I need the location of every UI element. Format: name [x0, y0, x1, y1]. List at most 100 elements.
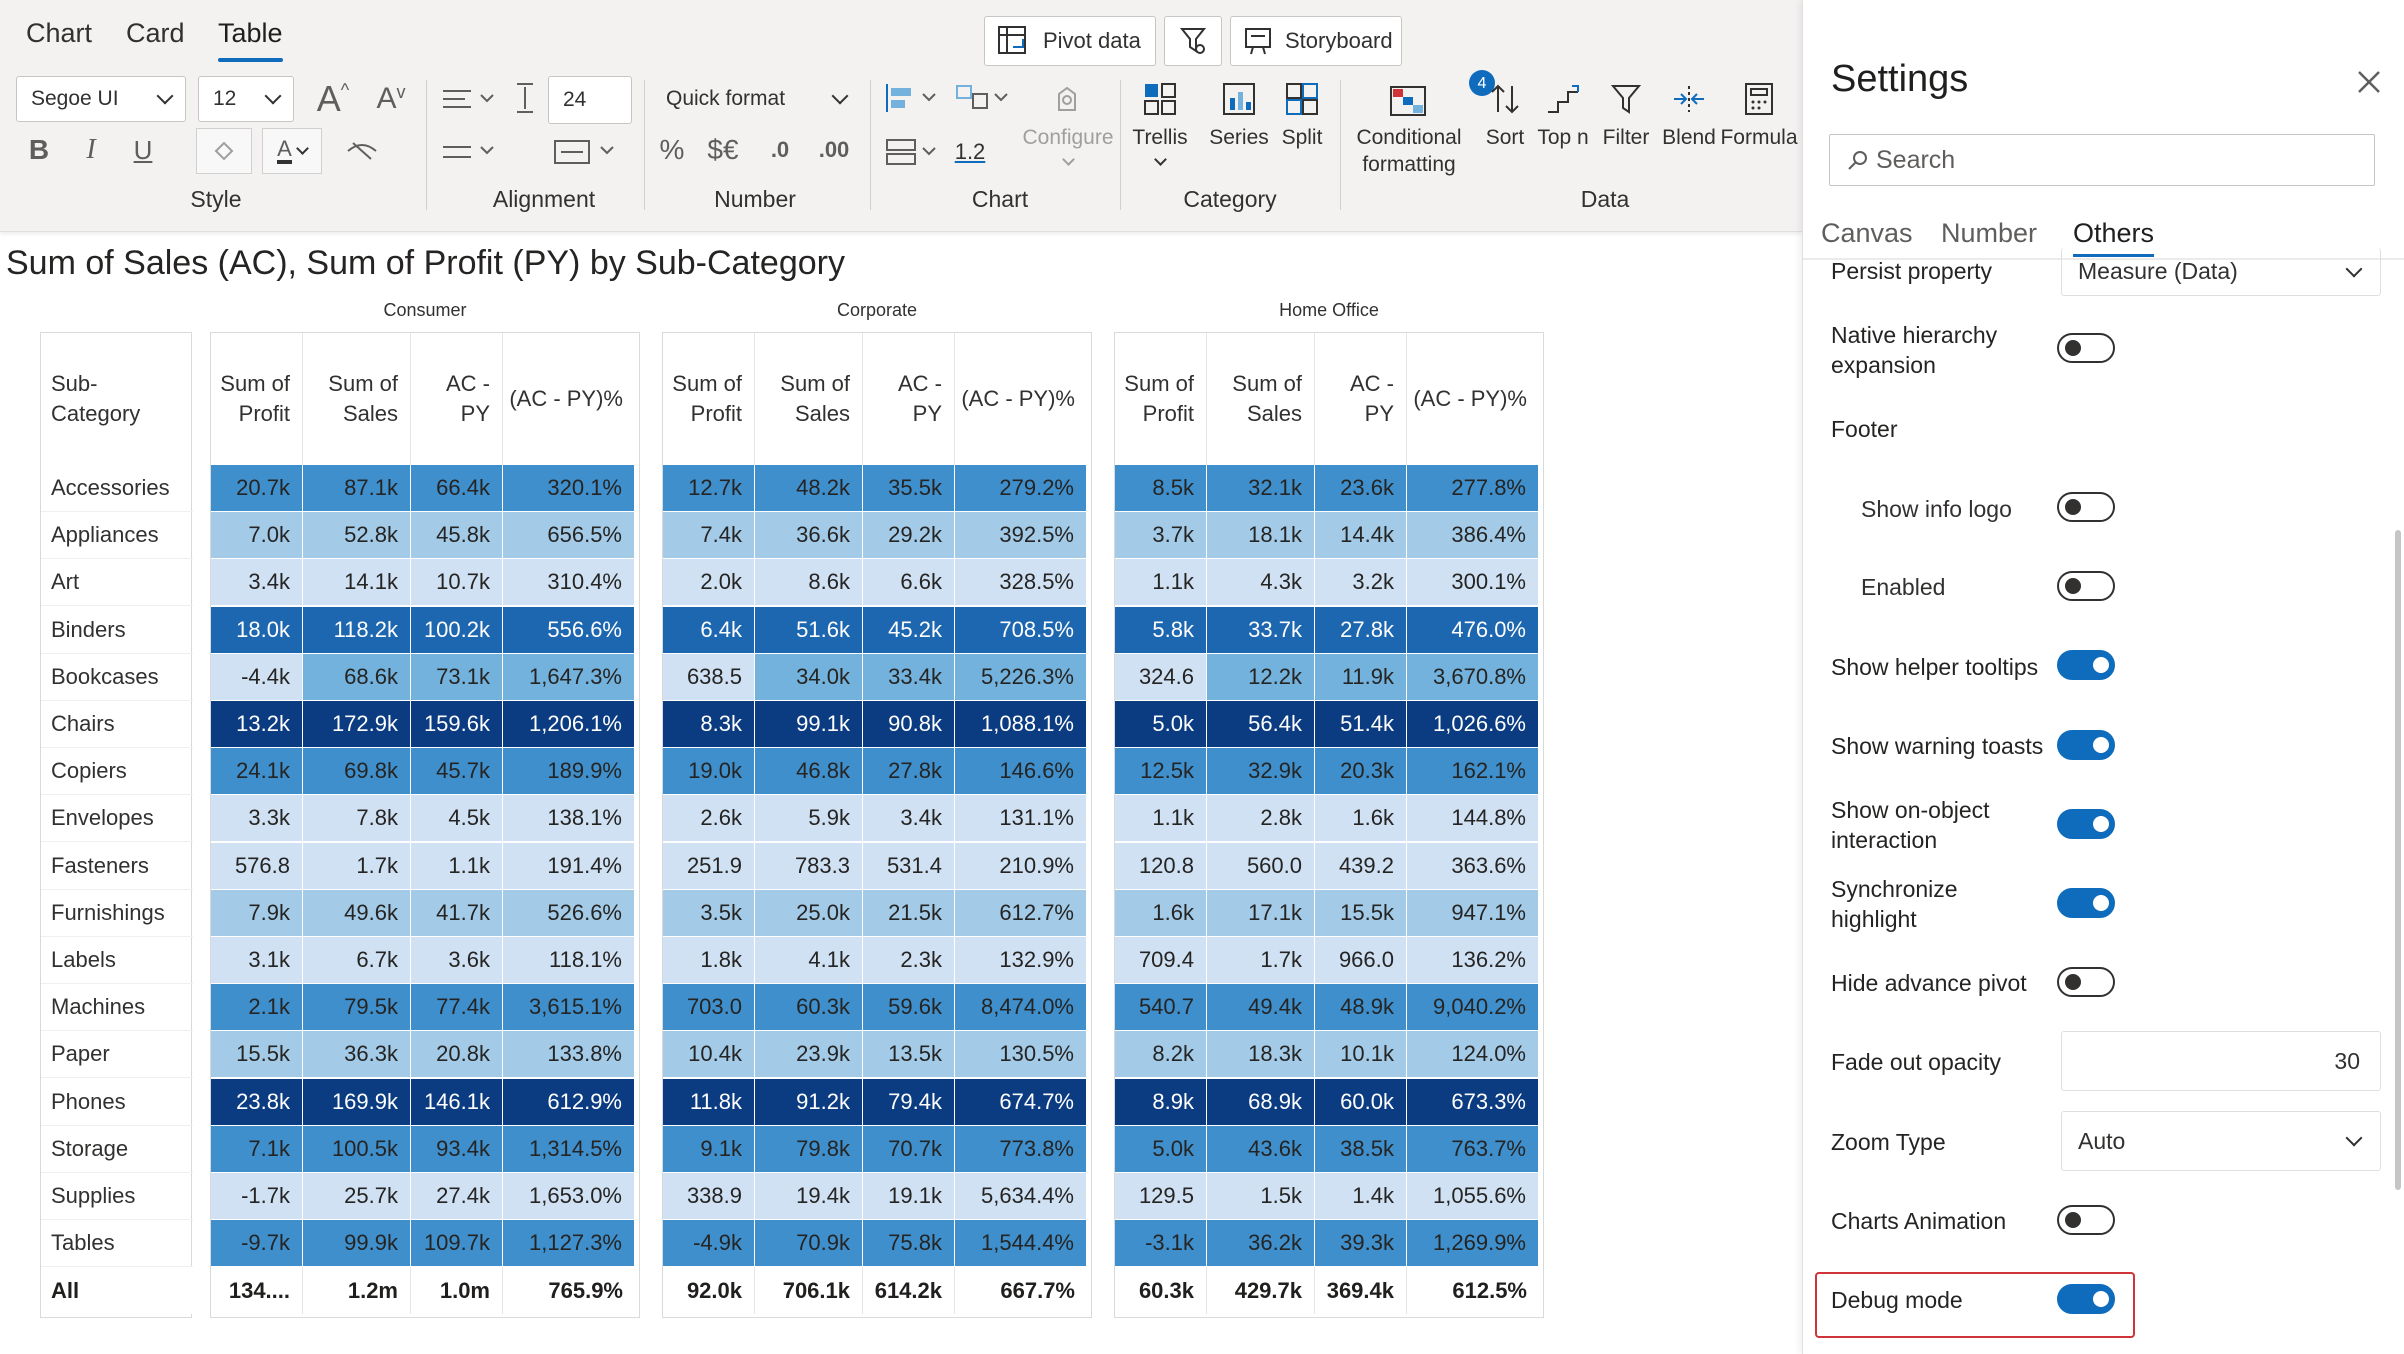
table-cell[interactable]: 132.9%: [955, 937, 1087, 984]
table-cell[interactable]: 1,026.6%: [1407, 701, 1539, 748]
table-cell[interactable]: 19.0k: [663, 748, 755, 796]
table-cell[interactable]: 68.6k: [303, 653, 411, 701]
decrease-decimals-icon[interactable]: .0: [760, 130, 800, 170]
table-cell[interactable]: 48.9k: [1315, 984, 1407, 1032]
table-cell[interactable]: 2.3k: [863, 937, 955, 984]
table-cell[interactable]: 328.5%: [955, 559, 1087, 607]
table-cell[interactable]: 21.5k: [863, 889, 955, 937]
table-cell[interactable]: 2.8k: [1207, 795, 1315, 843]
table-cell[interactable]: 560.0: [1207, 842, 1315, 890]
table-cell[interactable]: 251.9: [663, 842, 755, 890]
table-cell[interactable]: 1.1k: [1115, 795, 1207, 843]
debug-mode-toggle[interactable]: [2057, 1284, 2115, 1314]
table-cell[interactable]: 13.2k: [211, 701, 303, 748]
table-cell[interactable]: 20.3k: [1315, 748, 1407, 796]
table-cell[interactable]: 41.7k: [411, 889, 503, 937]
table-cell[interactable]: 45.7k: [411, 748, 503, 796]
table-cell[interactable]: 5,226.3%: [955, 653, 1087, 701]
sort-button[interactable]: Sort: [1478, 74, 1532, 151]
row-label[interactable]: Appliances: [41, 512, 193, 560]
table-cell[interactable]: 3.2k: [1315, 559, 1407, 607]
table-cell[interactable]: 1.6k: [1315, 795, 1407, 843]
table-cell[interactable]: 12.7k: [663, 465, 755, 512]
table-cell[interactable]: 8.5k: [1115, 465, 1207, 512]
table-cell[interactable]: 23.6k: [1315, 465, 1407, 512]
table-cell[interactable]: 3.1k: [211, 937, 303, 984]
table-cell[interactable]: 109.7k: [411, 1220, 503, 1268]
table-cell[interactable]: 23.8k: [211, 1078, 303, 1126]
tab-chart[interactable]: Chart: [26, 18, 92, 49]
italic-icon[interactable]: I: [76, 130, 106, 170]
table-cell[interactable]: 14.1k: [303, 559, 411, 607]
blend-button[interactable]: Blend: [1658, 74, 1720, 151]
column-header[interactable]: Sum of Profit: [1115, 333, 1207, 465]
table-cell[interactable]: 32.9k: [1207, 748, 1315, 796]
table-cell[interactable]: 1.7k: [303, 842, 411, 890]
table-cell[interactable]: 6.7k: [303, 937, 411, 984]
table-cell[interactable]: 4.3k: [1207, 559, 1315, 607]
currency-icon[interactable]: $€: [700, 130, 746, 170]
table-cell[interactable]: 11.9k: [1315, 653, 1407, 701]
total-cell[interactable]: 612.5%: [1407, 1267, 1539, 1315]
row-label[interactable]: Phones: [41, 1079, 193, 1126]
table-cell[interactable]: 70.7k: [863, 1125, 955, 1173]
table-cell[interactable]: 48.2k: [755, 465, 863, 512]
table-cell[interactable]: 1,314.5%: [503, 1125, 635, 1173]
total-cell[interactable]: 429.7k: [1207, 1267, 1315, 1315]
table-cell[interactable]: 34.0k: [755, 653, 863, 701]
zoom-type-select[interactable]: Auto: [2061, 1111, 2381, 1171]
table-cell[interactable]: 6.6k: [863, 559, 955, 607]
table-cell[interactable]: 576.8: [211, 842, 303, 890]
total-row-label[interactable]: All: [41, 1267, 193, 1315]
table-cell[interactable]: 100.2k: [411, 606, 503, 654]
total-cell[interactable]: 1.0m: [411, 1267, 503, 1315]
decrease-font-icon[interactable]: Av: [368, 74, 414, 124]
settings-scrollbar[interactable]: [2395, 530, 2401, 1190]
table-cell[interactable]: 18.1k: [1207, 512, 1315, 560]
table-cell[interactable]: 3.3k: [211, 795, 303, 843]
table-cell[interactable]: 75.8k: [863, 1220, 955, 1268]
table-cell[interactable]: 2.1k: [211, 984, 303, 1032]
table-cell[interactable]: 1.4k: [1315, 1173, 1407, 1220]
table-cell[interactable]: 7.4k: [663, 512, 755, 560]
total-cell[interactable]: 765.9%: [503, 1267, 635, 1315]
column-header[interactable]: Sum of Profit: [663, 333, 755, 465]
table-cell[interactable]: 708.5%: [955, 606, 1087, 654]
column-header[interactable]: AC - PY: [1315, 333, 1407, 465]
table-cell[interactable]: 300.1%: [1407, 559, 1539, 607]
table-cell[interactable]: 703.0: [663, 984, 755, 1032]
table-cell[interactable]: 52.8k: [303, 512, 411, 560]
table-cell[interactable]: 5,634.4%: [955, 1173, 1087, 1220]
trellis-button[interactable]: Trellis: [1124, 74, 1196, 166]
table-cell[interactable]: 8.3k: [663, 701, 755, 748]
table-cell[interactable]: 277.8%: [1407, 465, 1539, 512]
underline-icon[interactable]: U: [128, 130, 158, 170]
table-cell[interactable]: 439.2: [1315, 842, 1407, 890]
table-cell[interactable]: 10.7k: [411, 559, 503, 607]
fill-color-icon[interactable]: [196, 128, 252, 174]
table-cell[interactable]: 2.6k: [663, 795, 755, 843]
table-cell[interactable]: 14.4k: [1315, 512, 1407, 560]
total-cell[interactable]: 369.4k: [1315, 1267, 1407, 1315]
settings-search-input[interactable]: Search: [1829, 134, 2375, 186]
table-cell[interactable]: 39.3k: [1315, 1220, 1407, 1268]
quick-format-select[interactable]: Quick format: [652, 76, 860, 122]
percent-icon[interactable]: %: [652, 130, 692, 170]
table-cell[interactable]: 77.4k: [411, 984, 503, 1032]
charts-animation-toggle[interactable]: [2057, 1205, 2115, 1235]
table-cell[interactable]: 90.8k: [863, 701, 955, 748]
table-cell[interactable]: 49.4k: [1207, 984, 1315, 1032]
row-label[interactable]: Envelopes: [41, 795, 193, 843]
column-header[interactable]: Sum of Sales: [1207, 333, 1315, 465]
table-cell[interactable]: 1,544.4%: [955, 1220, 1087, 1268]
table-cell[interactable]: 11.8k: [663, 1078, 755, 1126]
table-cell[interactable]: 172.9k: [303, 701, 411, 748]
table-cell[interactable]: 763.7%: [1407, 1125, 1539, 1173]
table-cell[interactable]: 38.5k: [1315, 1125, 1407, 1173]
persist-property-select[interactable]: Measure (Data): [2061, 248, 2381, 296]
table-cell[interactable]: 5.0k: [1115, 1125, 1207, 1173]
row-header-title[interactable]: Sub-Category: [41, 333, 193, 465]
table-cell[interactable]: 59.6k: [863, 984, 955, 1032]
row-label[interactable]: Art: [41, 559, 193, 607]
table-cell[interactable]: 392.5%: [955, 512, 1087, 560]
